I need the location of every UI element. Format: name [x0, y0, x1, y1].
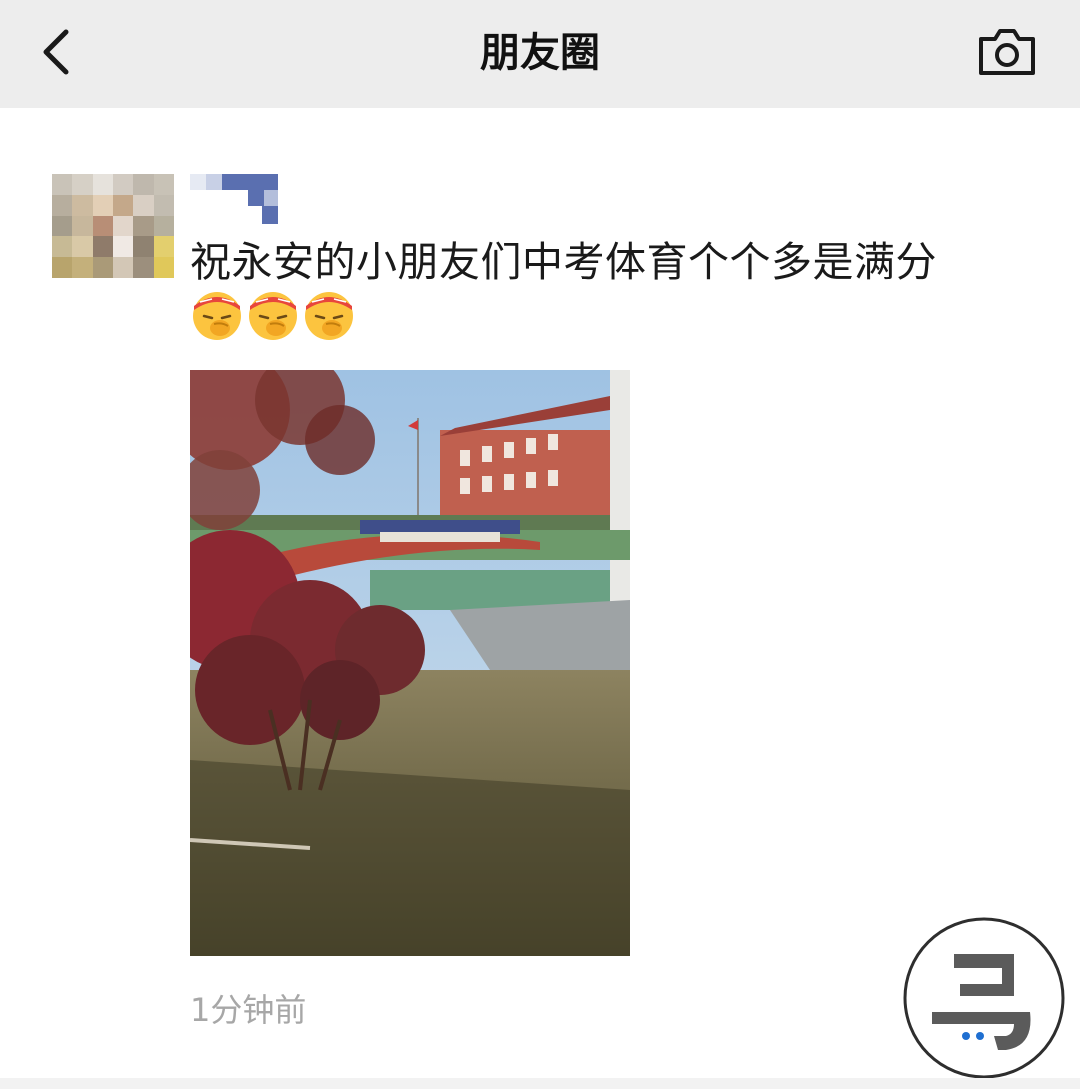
- avatar[interactable]: [52, 174, 174, 278]
- bird-logo-watermark: [902, 916, 1066, 1080]
- camera-button[interactable]: [976, 26, 1038, 78]
- nickname-pixelated[interactable]: [190, 174, 280, 226]
- camera-icon: [979, 29, 1035, 75]
- post-text: 祝永安的小朋友们中考体育个个多是满分: [190, 238, 937, 286]
- emoji-row: [190, 286, 356, 346]
- shushing-face-headband-icon: [193, 292, 241, 340]
- shushing-face-headband-icon: [249, 292, 297, 340]
- shushing-face-headband-icon: [305, 292, 353, 340]
- navigation-bar: 朋友圈: [0, 0, 1080, 108]
- chevron-left-icon: [43, 29, 69, 75]
- post-photo[interactable]: [190, 370, 630, 956]
- back-button[interactable]: [34, 22, 84, 82]
- page-title: 朋友圈: [480, 30, 600, 76]
- post-timestamp: 1分钟前: [190, 991, 307, 1029]
- bottom-divider: [0, 1078, 1080, 1089]
- moment-post: 祝永安的小朋友们中考体育个个多是满分 1分钟前: [0, 108, 1080, 1089]
